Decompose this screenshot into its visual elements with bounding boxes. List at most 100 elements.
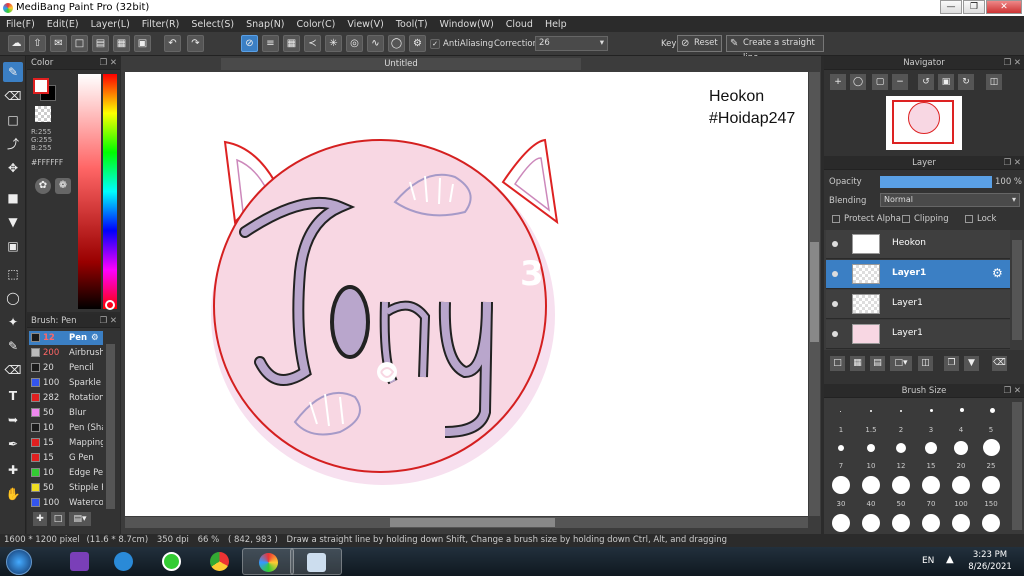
save-icon[interactable]: ▤ xyxy=(92,35,109,52)
brush-item[interactable]: 12 Pen ⚙ xyxy=(29,331,103,345)
brush-list-scrollbar[interactable] xyxy=(106,344,115,509)
upload-icon[interactable]: ⇧ xyxy=(29,35,46,52)
brush-size-dot[interactable] xyxy=(990,408,995,413)
brightness-slider[interactable] xyxy=(78,74,101,309)
magic-wand-tool-icon[interactable]: ✦ xyxy=(3,312,23,332)
add-brush-icon[interactable]: ✚ xyxy=(33,512,47,526)
merge-layer-icon[interactable]: ▼ xyxy=(964,356,979,371)
parallel-snap-icon[interactable]: ≡ xyxy=(262,35,279,52)
menu-select[interactable]: Select(S) xyxy=(185,19,240,30)
brush-size-dot[interactable] xyxy=(954,441,968,455)
opacity-slider[interactable] xyxy=(880,176,992,188)
brush-size-dot[interactable] xyxy=(862,514,880,532)
eye-icon[interactable] xyxy=(832,301,838,307)
primary-color-swatch[interactable] xyxy=(33,78,49,94)
menu-edit[interactable]: Edit(E) xyxy=(41,19,85,30)
new-8bit-layer-icon[interactable]: ▤ xyxy=(870,356,885,371)
brush-item[interactable]: 200 Airbrush xyxy=(29,346,103,360)
brush-item[interactable]: 15 Mapping xyxy=(29,436,103,450)
minimize-button[interactable]: — xyxy=(940,0,962,14)
move-tool-icon[interactable]: ✥ xyxy=(3,158,23,178)
brush-size-dot[interactable] xyxy=(867,444,875,452)
hue-handle[interactable] xyxy=(105,300,115,310)
brush-size-dot[interactable] xyxy=(952,514,970,532)
eyedropper-tool-icon[interactable]: ✒ xyxy=(3,434,23,454)
zoom-out-icon[interactable]: − xyxy=(892,74,908,90)
rotate-right-icon[interactable]: ↻ xyxy=(958,74,974,90)
panel-controls-icon[interactable]: ❐ ✕ xyxy=(100,56,117,70)
cloud-icon[interactable]: ☁ xyxy=(8,35,25,52)
brush-size-dot[interactable] xyxy=(840,411,841,412)
brush-size-dot[interactable] xyxy=(952,476,970,494)
horizontal-scroll-thumb[interactable] xyxy=(390,518,555,527)
concentric-snap-icon[interactable]: ◯ xyxy=(388,35,405,52)
brush-size-dot[interactable] xyxy=(862,476,880,494)
maximize-button[interactable]: ❐ xyxy=(963,0,985,14)
menu-help[interactable]: Help xyxy=(539,19,573,30)
new-brush-icon[interactable]: □ xyxy=(51,512,65,526)
brush-size-dot[interactable] xyxy=(832,514,850,532)
brush-size-dot[interactable] xyxy=(960,408,964,412)
layer-row[interactable]: Layer1 xyxy=(826,320,1010,349)
brush-size-dot[interactable] xyxy=(983,439,1000,456)
eye-icon[interactable] xyxy=(832,331,838,337)
document-tab[interactable]: Untitled xyxy=(221,58,581,70)
new-layer-icon[interactable]: □ xyxy=(830,356,845,371)
navigator-viewport[interactable] xyxy=(892,100,954,144)
brush-size-dot[interactable] xyxy=(925,442,937,454)
eye-icon[interactable] xyxy=(832,241,838,247)
vertical-scroll-thumb[interactable] xyxy=(810,242,819,342)
taskbar-medibang[interactable] xyxy=(242,548,294,575)
zoom-in-icon[interactable]: + xyxy=(830,74,846,90)
brush-item[interactable]: 10 Pen (Sha xyxy=(29,421,103,435)
palette-icon[interactable]: ❁ xyxy=(55,178,71,194)
menu-color[interactable]: Color(C) xyxy=(291,19,342,30)
panel-controls-icon[interactable]: ❐ ✕ xyxy=(1004,56,1021,70)
clipping-checkbox[interactable] xyxy=(902,215,910,223)
operation-tool-icon[interactable]: ➥ xyxy=(3,410,23,430)
vanishing-snap-icon[interactable]: ≺ xyxy=(304,35,321,52)
language-indicator[interactable]: EN xyxy=(922,556,934,566)
select-eraser-tool-icon[interactable]: ⌫ xyxy=(3,360,23,380)
blending-select[interactable]: Normal ▾ xyxy=(880,193,1020,207)
navigator-thumbnail[interactable] xyxy=(886,96,962,150)
gear-icon[interactable]: ⚙ xyxy=(91,331,99,345)
lock-checkbox[interactable] xyxy=(965,215,973,223)
brush-size-dot[interactable] xyxy=(832,476,850,494)
vertical-scrollbar[interactable] xyxy=(809,72,820,516)
brush-item[interactable]: 100 Waterco xyxy=(29,496,103,510)
taskbar-internet-explorer[interactable] xyxy=(98,548,150,575)
reset-rotation-icon[interactable]: ▣ xyxy=(938,74,954,90)
menu-layer[interactable]: Layer(L) xyxy=(85,19,136,30)
hue-slider[interactable] xyxy=(103,74,117,309)
snap-off-icon[interactable]: ⊘ xyxy=(241,35,258,52)
brush-size-dot[interactable] xyxy=(900,410,902,412)
layer-row[interactable]: Layer1 ⚙ xyxy=(826,260,1010,289)
lasso-tool-icon[interactable]: ◯ xyxy=(3,288,23,308)
trash-icon[interactable]: ⌫ xyxy=(992,356,1007,371)
menu-tool[interactable]: Tool(T) xyxy=(390,19,434,30)
brush-size-dot[interactable] xyxy=(982,514,1000,532)
new-file-icon[interactable]: □ xyxy=(71,35,88,52)
select-rect-tool-icon[interactable]: □ xyxy=(3,110,23,130)
menu-window[interactable]: Window(W) xyxy=(434,19,500,30)
color-wheel-icon[interactable]: ✿ xyxy=(35,178,51,194)
brush-size-dot[interactable] xyxy=(892,476,910,494)
start-button[interactable] xyxy=(6,549,32,575)
eye-icon[interactable] xyxy=(832,271,838,277)
panel-controls-icon[interactable]: ❐ ✕ xyxy=(100,314,117,328)
hand-tool-icon[interactable]: ✋ xyxy=(3,484,23,504)
taskbar-paint[interactable] xyxy=(290,548,342,575)
panel-controls-icon[interactable]: ❐ ✕ xyxy=(1004,384,1021,398)
menu-snap[interactable]: Snap(N) xyxy=(240,19,290,30)
brush-size-dot[interactable] xyxy=(896,443,906,453)
transparent-swatch[interactable] xyxy=(35,106,51,122)
circle-snap-icon[interactable]: ◎ xyxy=(346,35,363,52)
menu-file[interactable]: File(F) xyxy=(0,19,41,30)
chat-icon[interactable]: ✉ xyxy=(50,35,67,52)
horizontal-scrollbar[interactable] xyxy=(125,517,808,528)
flip-icon[interactable]: ◫ xyxy=(986,74,1002,90)
curve-snap-icon[interactable]: ∿ xyxy=(367,35,384,52)
redo-icon[interactable]: ↷ xyxy=(187,35,204,52)
close-button[interactable]: ✕ xyxy=(986,0,1022,14)
